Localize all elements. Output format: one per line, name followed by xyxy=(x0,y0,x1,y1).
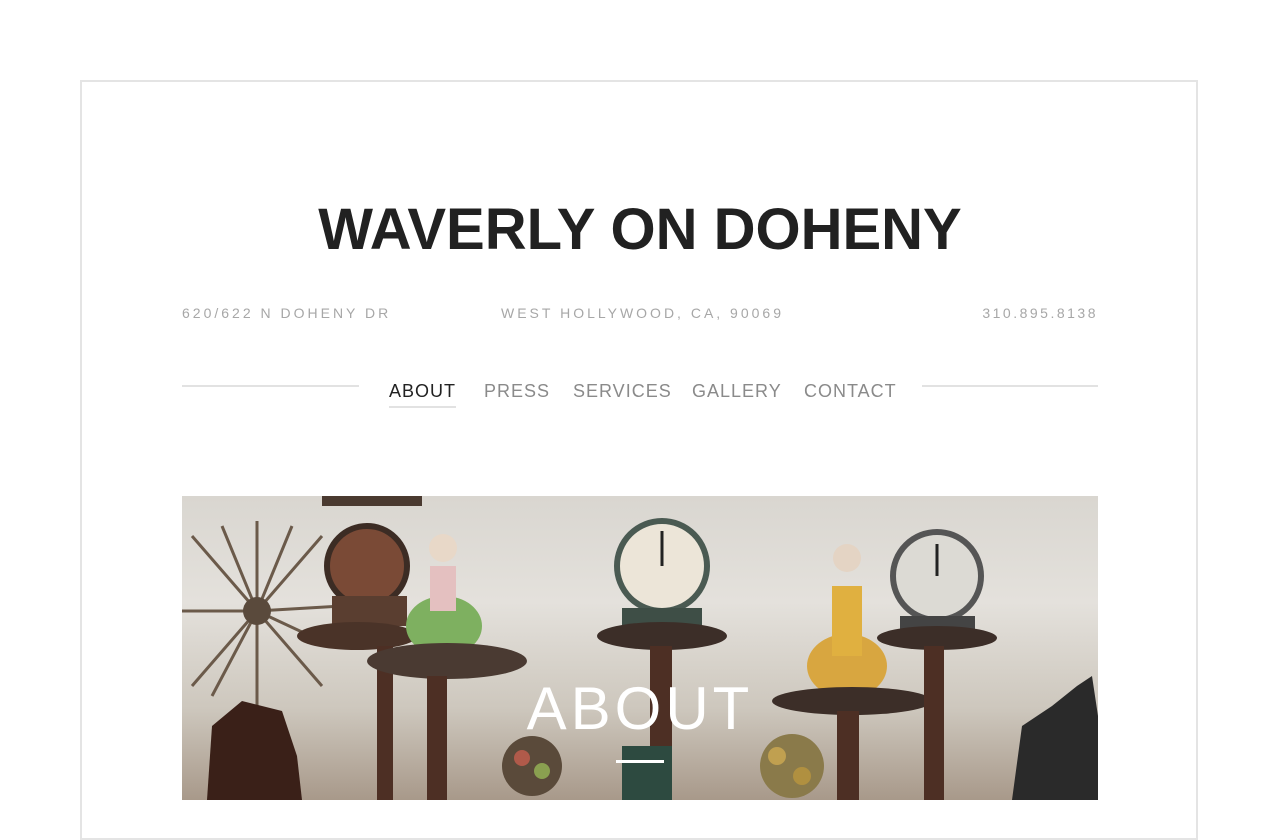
nav-item-press[interactable]: PRESS xyxy=(484,381,550,402)
nav-item-gallery[interactable]: GALLERY xyxy=(692,381,782,402)
hero-title: ABOUT xyxy=(526,675,754,742)
city-text: WEST HOLLYWOOD, CA, 90069 xyxy=(501,305,784,321)
address-text: 620/622 N DOHENY DR xyxy=(182,305,392,321)
nav-item-about[interactable]: ABOUT xyxy=(389,381,457,408)
nav-divider-right xyxy=(922,385,1098,387)
phone-link[interactable]: 310.895.8138 xyxy=(982,305,1098,321)
hero-photo xyxy=(182,496,1098,800)
hero-banner: ABOUT xyxy=(182,496,1098,800)
nav-item-contact[interactable]: CONTACT xyxy=(804,381,897,402)
main-nav: ABOUT PRESS SERVICES GALLERY CONTACT xyxy=(182,372,1098,412)
hero-title-underline xyxy=(616,760,664,763)
contact-info-bar: 620/622 N DOHENY DR WEST HOLLYWOOD, CA, … xyxy=(182,305,1098,323)
site-title[interactable]: WAVERLY ON DOHENY xyxy=(0,196,1280,263)
nav-divider-left xyxy=(182,385,359,387)
nav-item-services[interactable]: SERVICES xyxy=(573,381,672,402)
